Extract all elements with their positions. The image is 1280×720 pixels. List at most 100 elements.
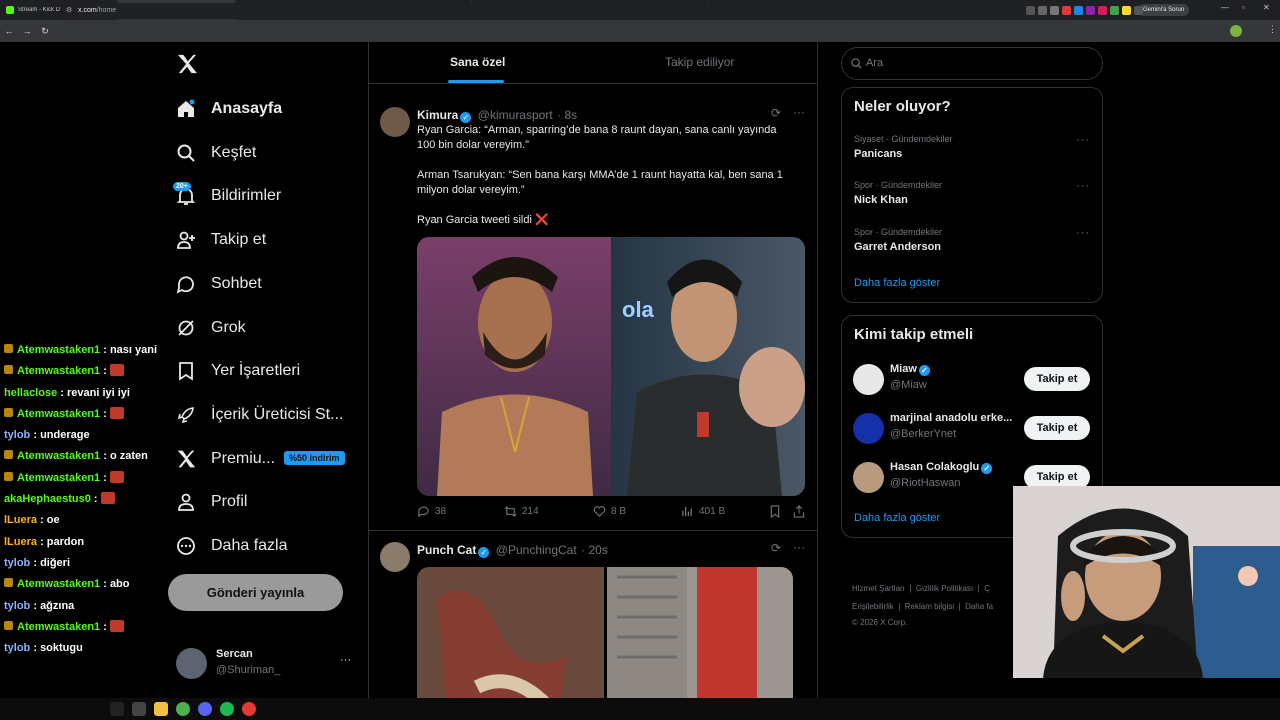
- chat-username[interactable]: lLuera: [4, 514, 37, 526]
- trend-more-icon[interactable]: ···: [1076, 180, 1090, 192]
- extension-icon[interactable]: [1086, 6, 1095, 15]
- gemini-button[interactable]: Gemini'a Sorun: [1138, 4, 1190, 16]
- tweet-handle[interactable]: @kimurasport: [478, 108, 553, 122]
- discord-icon[interactable]: [198, 702, 212, 716]
- extension-icon[interactable]: [1062, 6, 1071, 15]
- sidebar-item-rocket[interactable]: İçerik Üreticisi St...: [176, 400, 343, 430]
- address-bar[interactable]: ⚙ x.com/home: [60, 3, 1078, 19]
- tweet-media[interactable]: ola: [417, 237, 805, 496]
- footer-link[interactable]: Reklam bilgisi: [905, 602, 954, 611]
- taskbar-icon[interactable]: [132, 702, 146, 716]
- who-to-follow-item[interactable]: Miaw ✓ @Miaw Takip et: [842, 357, 1102, 405]
- sidebar-item-home[interactable]: Anasayfa: [176, 94, 282, 124]
- menu-icon[interactable]: ⋮: [1268, 24, 1277, 35]
- footer-link[interactable]: Gizlilik Politikası: [916, 584, 973, 593]
- back-icon[interactable]: ←: [0, 26, 18, 36]
- forward-icon[interactable]: →: [18, 26, 36, 36]
- who-show-more-link[interactable]: Daha fazla göster: [854, 512, 940, 524]
- tweet-handle[interactable]: @PunchingCat: [496, 543, 577, 557]
- tweet-avatar[interactable]: [380, 107, 410, 137]
- bookmark-button[interactable]: [769, 505, 786, 518]
- footer-link[interactable]: Erişilebilirlik: [852, 602, 894, 611]
- tweet-time[interactable]: 20s: [589, 543, 608, 557]
- trends-show-more-link[interactable]: Daha fazla göster: [854, 277, 940, 289]
- share-button[interactable]: [793, 505, 810, 518]
- tab-following[interactable]: Takip ediliyor: [665, 55, 734, 69]
- follow-button[interactable]: Takip et: [1024, 416, 1090, 440]
- chat-username[interactable]: hellaclose: [4, 387, 57, 399]
- sidebar-item-bell[interactable]: Bildirimler: [176, 181, 281, 211]
- avatar[interactable]: [853, 364, 884, 395]
- avatar[interactable]: [853, 462, 884, 493]
- sidebar-item-x-logo[interactable]: Premiu...: [176, 444, 275, 474]
- puzzle-icon[interactable]: [1134, 6, 1143, 15]
- minimize-icon[interactable]: —: [1221, 3, 1229, 12]
- tweet[interactable]: Kimura ✓ @kimurasport · 8s ⟳ ··· Ryan Gar…: [369, 97, 817, 531]
- folder-icon[interactable]: [154, 702, 168, 716]
- grok-icon[interactable]: ⟳: [771, 106, 781, 120]
- tweet-more-icon[interactable]: ···: [793, 540, 805, 554]
- taskbar-icon[interactable]: [110, 702, 124, 716]
- site-info-icon[interactable]: ⚙: [66, 3, 72, 19]
- post-button[interactable]: Gönderi yayınla: [168, 574, 343, 611]
- account-avatar[interactable]: [176, 648, 207, 679]
- extension-icon[interactable]: [1098, 6, 1107, 15]
- chat-username[interactable]: Atemwastaken1: [17, 578, 100, 590]
- chat-username[interactable]: Atemwastaken1: [17, 450, 100, 462]
- account-menu-icon[interactable]: ···: [340, 654, 351, 666]
- repost-button[interactable]: 214: [504, 505, 539, 518]
- sidebar-item-bookmark[interactable]: Yer İşaretleri: [176, 356, 300, 386]
- trend-more-icon[interactable]: ···: [1076, 227, 1090, 239]
- search-input[interactable]: Ara: [841, 47, 1103, 80]
- views-button[interactable]: 401 B: [681, 505, 725, 518]
- premium-promo-badge[interactable]: %50 indirim: [284, 451, 345, 465]
- chat-username[interactable]: tylob: [4, 642, 30, 654]
- maximize-icon[interactable]: ▫: [1242, 3, 1245, 12]
- footer-link[interactable]: Hizmet Şartları: [852, 584, 905, 593]
- tweet[interactable]: Punch Cat ✓ @PunchingCat · 20s ⟳ ···: [369, 532, 817, 720]
- chat-username[interactable]: lLuera: [4, 536, 37, 548]
- tweet-time[interactable]: 8s: [564, 108, 577, 122]
- extension-icon[interactable]: [1122, 6, 1131, 15]
- tab-for-you[interactable]: Sana özel: [450, 55, 505, 69]
- chat-username[interactable]: Atemwastaken1: [17, 472, 100, 484]
- footer-link[interactable]: Daha fa: [965, 602, 993, 611]
- tweet-author[interactable]: Punch Cat: [417, 543, 476, 557]
- close-window-icon[interactable]: ✕: [1263, 3, 1270, 12]
- cast-icon[interactable]: [1038, 6, 1047, 15]
- chat-username[interactable]: Atemwastaken1: [17, 408, 100, 420]
- app-icon[interactable]: [242, 702, 256, 716]
- trend-name[interactable]: Nick Khan: [854, 194, 908, 206]
- sidebar-item-search[interactable]: Keşfet: [176, 138, 256, 168]
- chrome-icon[interactable]: [176, 702, 190, 716]
- follow-button[interactable]: Takip et: [1024, 367, 1090, 391]
- profile-avatar-icon[interactable]: [1230, 25, 1242, 37]
- chat-username[interactable]: tylob: [4, 429, 30, 441]
- x-logo-icon[interactable]: [176, 54, 198, 79]
- chat-username[interactable]: Atemwastaken1: [17, 621, 100, 633]
- zoom-icon[interactable]: [1026, 6, 1035, 15]
- grok-icon[interactable]: ⟳: [771, 541, 781, 555]
- reply-button[interactable]: 38: [417, 505, 446, 518]
- trend-more-icon[interactable]: ···: [1076, 134, 1090, 146]
- spotify-icon[interactable]: [220, 702, 234, 716]
- trend-name[interactable]: Garret Anderson: [854, 241, 941, 253]
- who-to-follow-item[interactable]: marjinal anadolu erke... @BerkerYnet Takip…: [842, 406, 1102, 454]
- avatar[interactable]: [853, 413, 884, 444]
- chat-username[interactable]: Atemwastaken1: [17, 365, 100, 377]
- sidebar-item-chat[interactable]: Sohbet: [176, 269, 262, 299]
- sidebar-item-profile[interactable]: Profil: [176, 487, 247, 517]
- star-icon[interactable]: [1050, 6, 1059, 15]
- sidebar-item-more-circle[interactable]: Daha fazla: [176, 531, 288, 561]
- tweet-author[interactable]: Kimura: [417, 108, 458, 122]
- chat-username[interactable]: tylob: [4, 557, 30, 569]
- reload-icon[interactable]: ↻: [36, 26, 54, 37]
- extension-icon[interactable]: [1110, 6, 1119, 15]
- footer-link[interactable]: Ç: [984, 584, 990, 593]
- extension-icon[interactable]: [1074, 6, 1083, 15]
- tweet-more-icon[interactable]: ···: [793, 105, 805, 119]
- chat-username[interactable]: Atemwastaken1: [17, 344, 100, 356]
- trend-name[interactable]: Panicans: [854, 148, 902, 160]
- sidebar-item-grok[interactable]: Grok: [176, 313, 246, 343]
- chat-username[interactable]: tylob: [4, 600, 30, 612]
